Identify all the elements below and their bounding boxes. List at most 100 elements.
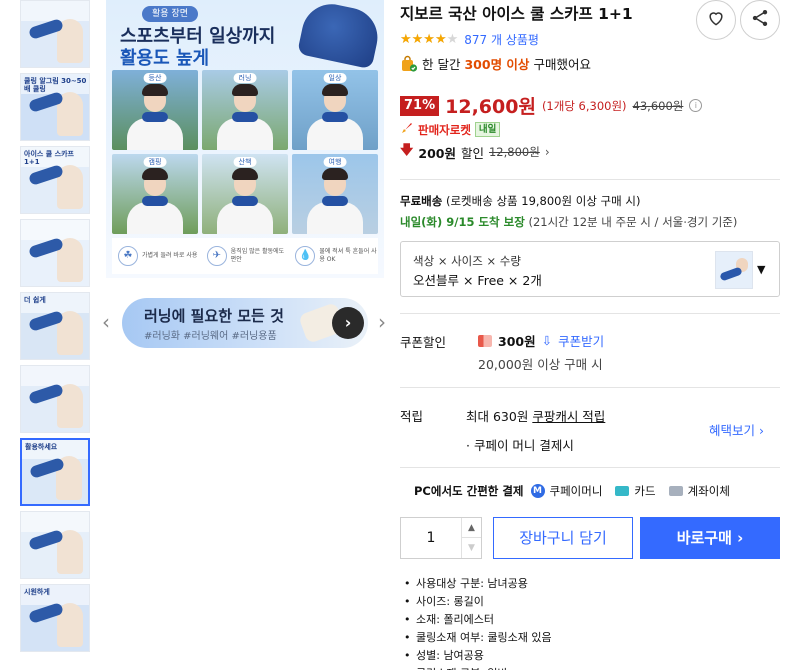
add-to-cart-button[interactable]: 장바구니 담기 <box>493 517 633 559</box>
discount-label: 할인 <box>460 145 484 161</box>
spec-item: 소재: 폴리에스터 <box>400 611 780 629</box>
spec-item: 사이즈: 롱길이 <box>400 593 780 611</box>
rating-row: ★★★★★ ★★★★★ 877 개 상품평 <box>400 31 539 48</box>
thumbnail[interactable]: 아이스 쿨 스카프 1+1 <box>20 146 90 214</box>
option-label: 색상 × 사이즈 × 수량 <box>413 254 521 268</box>
payment-title: PC에서도 간편한 결제 <box>414 484 524 498</box>
spec-list: 사용대상 구분: 남녀공용사이즈: 롱길이소재: 폴리에스터쿨링소재 여부: 쿨… <box>400 575 780 670</box>
scene-tag: 등산 <box>143 73 167 83</box>
free-shipping-row: 무료배송 (로켓배송 상품 19,800원 이상 구매 시) <box>400 193 640 209</box>
points-pay-condition: · 쿠페이 머니 결제시 <box>466 438 574 453</box>
thumbnail[interactable]: 더 쉽게 <box>20 292 90 360</box>
thumbnail[interactable] <box>20 511 90 579</box>
payment-method-card: 카드 <box>634 484 656 498</box>
scene-tag: 캠핑 <box>143 157 167 167</box>
seller-rocket-label: 판매자로켓 <box>418 122 471 137</box>
banner-title: 러닝에 필요한 모든 것 <box>144 307 284 325</box>
quantity-decrease-button[interactable]: ▼ <box>461 538 481 558</box>
quantity-increase-button[interactable]: ▲ <box>461 518 481 538</box>
arrival-note: (21시간 12분 내 주문 시 / 서울⋅경기 기준) <box>528 215 738 229</box>
info-icon[interactable]: i <box>689 99 703 112</box>
coupon-label: 쿠폰할인 <box>400 335 447 350</box>
wishlist-button[interactable] <box>696 0 736 40</box>
payment-method-bank: 계좌이체 <box>687 484 730 498</box>
scene-tag: 산책 <box>233 157 257 167</box>
price-row: 71% 12,600원 (1개당 6,300원) 43,600원 i <box>400 92 703 119</box>
scene-tag: 러닝 <box>233 73 257 83</box>
divider <box>400 467 780 468</box>
points-label: 적립 <box>400 409 424 424</box>
thumbnail-label: 시원하게 <box>24 588 50 596</box>
banner-prev-arrow[interactable]: ‹ <box>102 310 110 334</box>
rocket-delivery-row: 판매자로켓 내일 <box>400 120 501 139</box>
scarf-illustration <box>297 0 383 70</box>
product-title: 지보르 국산 아이스 쿨 스카프 1+1 <box>400 5 633 23</box>
thumbnail[interactable]: 활용하세요 <box>20 438 90 506</box>
payment-methods-row: PC에서도 간편한 결제 M 쿠페이머니 카드 계좌이체 <box>414 483 730 499</box>
feature-item: ✈ 움직임 많은 활동에도 편안 <box>201 238 290 274</box>
sold-suffix: 구매했어요 <box>533 57 591 72</box>
thumbnail-label: 활용하세요 <box>25 443 58 451</box>
feature-text: 물에 적셔 툭 흔들어 사용 OK <box>319 248 377 263</box>
star-rating: ★★★★★ ★★★★★ <box>400 31 459 47</box>
spec-item: 사용대상 구분: 남녀공용 <box>400 575 780 593</box>
chevron-down-icon: ▼ <box>757 263 766 276</box>
feature-text: 움직임 많은 활동에도 편안 <box>230 248 285 263</box>
original-price: 43,600원 <box>632 98 684 113</box>
coupon-download-link[interactable]: 쿠폰받기 <box>558 331 604 350</box>
promo-banner[interactable]: 러닝에 필요한 모든 것 #러닝화 #러닝웨어 #러닝용품 › <box>122 298 368 348</box>
thumbnail[interactable]: 쿨링 알그림 30~50배 쿨링 <box>20 73 90 141</box>
feature-item: 💧 물에 적셔 툭 흔들어 사용 OK <box>289 238 378 274</box>
sale-price: 12,600원 <box>445 96 536 118</box>
coupang-cash-link[interactable]: 쿠팡캐시 적립 <box>532 409 605 424</box>
spec-item: 성별: 남여공용 <box>400 647 780 665</box>
scene-tag: 일상 <box>323 73 347 83</box>
quantity-input[interactable]: 1 <box>401 518 461 558</box>
download-icon[interactable]: ⇩ <box>542 333 552 348</box>
benefits-link[interactable]: 혜택보기 › <box>709 420 764 439</box>
feature-icon: 💧 <box>295 246 316 266</box>
points-max: 최대 630원 쿠팡캐시 적립 <box>466 406 605 425</box>
usage-scene: 러닝 <box>202 70 288 150</box>
coupay-icon: M <box>530 484 545 498</box>
banner-next-arrow[interactable]: › <box>378 310 386 334</box>
feature-icon: ✈ <box>206 246 227 266</box>
feature-icon: ☘ <box>118 246 138 266</box>
card-icon <box>615 486 630 496</box>
review-count-link[interactable]: 877 개 상품평 <box>464 31 539 48</box>
usage-scene: 일상 <box>292 70 378 150</box>
chevron-right-icon: › <box>544 145 550 159</box>
shopping-bag-icon <box>400 55 418 73</box>
arrival-row: 내일(화) 9/15 도착 보장 (21시간 12분 내 주문 시 / 서울⋅경… <box>400 214 737 230</box>
divider <box>400 313 780 314</box>
usage-scene: 등산 <box>112 70 198 150</box>
thumbnail[interactable] <box>20 0 90 68</box>
sold-prefix: 한 달간 <box>422 57 461 72</box>
main-product-image[interactable]: 활용 장면 스포츠부터 일상까지 활용도 높게 등산 러닝 일상 캠핑 산책 여행 ☘ 가볍… <box>106 0 384 278</box>
banner-next-button[interactable]: › <box>332 307 364 339</box>
image-pill-label: 활용 장면 <box>142 6 198 22</box>
payment-method-coupay: 쿠페이머니 <box>549 484 603 498</box>
arrow-down-icon: 🡇 <box>400 143 414 158</box>
coupon-row: 300원 ⇩ 쿠폰받기 <box>478 331 604 350</box>
option-selector[interactable]: 색상 × 사이즈 × 수량 오션블루 × Free × 2개 ▼ <box>400 241 780 297</box>
points-max-amount: 최대 630원 <box>466 409 529 424</box>
banner-tags: #러닝화 #러닝웨어 #러닝용품 <box>144 331 277 342</box>
thumbnail[interactable]: 시원하게 <box>20 584 90 652</box>
feature-text: 가볍게 들려 바로 사용 <box>142 252 198 259</box>
buy-now-button[interactable]: 바로구매 › <box>640 517 780 559</box>
usage-scene: 산책 <box>202 154 288 234</box>
divider <box>400 179 780 180</box>
feature-icon-row: ☘ 가볍게 들려 바로 사용 ✈ 움직임 많은 활동에도 편안 💧 물에 적셔 툭 흔들어… <box>112 238 378 274</box>
discount-rate: 71% <box>400 95 440 116</box>
usage-scene: 캠핑 <box>112 154 198 234</box>
thumbnail[interactable] <box>20 365 90 433</box>
instant-discount-row[interactable]: 🡇 200원 할인 12,800원 › <box>400 141 550 163</box>
pre-discount-price: 12,800원 <box>488 145 540 159</box>
option-thumbnail <box>715 251 753 289</box>
bank-icon <box>668 486 683 496</box>
share-button[interactable] <box>740 0 780 40</box>
spec-item: 쿨링소재 여부: 쿨링소재 있음 <box>400 629 780 647</box>
thumbnail[interactable] <box>20 219 90 287</box>
unit-price: (1개당 6,300원) <box>541 98 627 113</box>
